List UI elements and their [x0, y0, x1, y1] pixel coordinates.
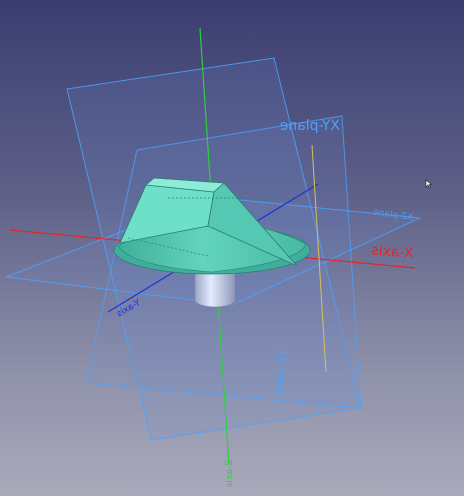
- xy-plane-label: XY-plane: [280, 118, 340, 134]
- x-axis-label: X-axis: [371, 242, 414, 262]
- 3d-viewport[interactable]: XY-plane XZ-plane YZ-plane X-axis Y-axis…: [0, 0, 464, 496]
- z-axis-label: Z-axis: [225, 460, 235, 488]
- mouse-pointer-icon: [425, 179, 433, 189]
- scene-canvas[interactable]: XY-plane XZ-plane YZ-plane X-axis Y-axis…: [0, 0, 464, 496]
- shaft: [194, 271, 236, 308]
